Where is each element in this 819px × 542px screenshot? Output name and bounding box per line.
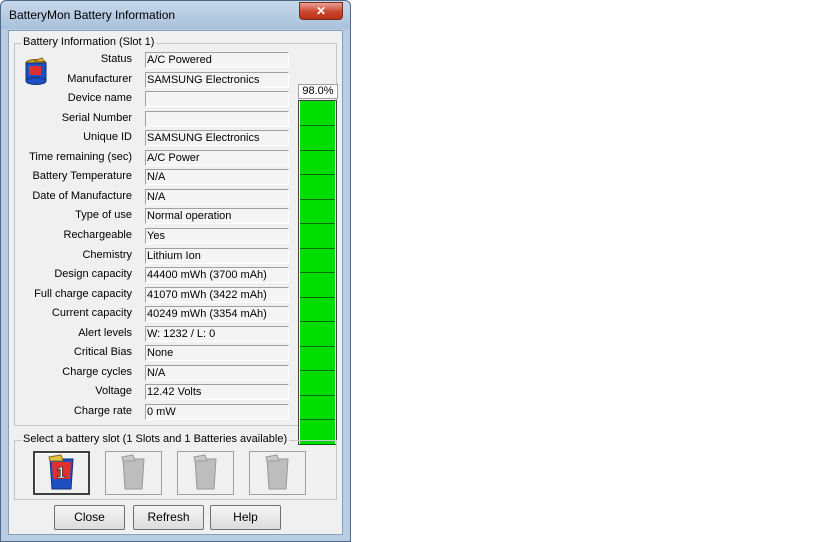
info-label: Battery Temperature (32, 170, 132, 182)
info-label: Critical Bias (73, 346, 132, 358)
client-area: Battery Information (Slot 1) Status A/C P… (8, 30, 343, 535)
slot-3-button[interactable] (177, 451, 234, 495)
info-value: A/C Powered (145, 52, 289, 68)
battery-empty-icon (193, 454, 217, 490)
slot-1-button[interactable]: 1 (33, 451, 90, 495)
info-value: N/A (145, 365, 289, 381)
battery-slot-1-icon: 1 (48, 454, 74, 490)
info-label: Alert levels (78, 327, 132, 339)
charge-percent: 98.0% (298, 84, 338, 99)
slot-select-group-label: Select a battery slot (1 Slots and 1 Bat… (21, 433, 290, 445)
info-value: Lithium Ion (145, 248, 289, 264)
close-button[interactable]: Close (54, 505, 125, 530)
charge-segment (300, 322, 335, 347)
charge-segment (300, 346, 335, 371)
info-label: Unique ID (83, 131, 132, 143)
info-value: A/C Power (145, 150, 289, 166)
info-label: Serial Number (61, 112, 132, 124)
svg-text:1: 1 (57, 465, 66, 482)
battery-empty-icon (265, 454, 289, 490)
charge-segment (300, 150, 335, 175)
window-title: BatteryMon Battery Information (9, 8, 176, 22)
info-value (145, 91, 289, 107)
info-value: 41070 mWh (3422 mAh) (145, 287, 289, 303)
info-value: N/A (145, 189, 289, 205)
info-value: None (145, 345, 289, 361)
charge-segment (300, 224, 335, 249)
info-value: SAMSUNG Electronics (145, 130, 289, 146)
charge-segment (300, 248, 335, 273)
battery-empty-icon (121, 454, 145, 490)
charge-segment (300, 101, 335, 126)
charge-segment (300, 175, 335, 200)
battery-info-group-label: Battery Information (Slot 1) (21, 36, 157, 48)
info-value: 40249 mWh (3354 mAh) (145, 306, 289, 322)
info-label: Rechargeable (63, 229, 133, 241)
charge-level-bar (298, 100, 337, 445)
charge-segment (300, 273, 335, 298)
window-close-button[interactable]: ✕ (299, 2, 343, 20)
info-label: Voltage (95, 385, 132, 397)
refresh-button[interactable]: Refresh (133, 505, 204, 530)
info-value: W: 1232 / L: 0 (145, 326, 289, 342)
batterymon-window: BatteryMon Battery Information ✕ Battery… (0, 0, 351, 542)
slot-4-button[interactable] (249, 451, 306, 495)
title-bar[interactable]: BatteryMon Battery Information ✕ (1, 1, 350, 29)
close-icon: ✕ (315, 4, 327, 18)
info-value: 12.42 Volts (145, 384, 289, 400)
info-value: SAMSUNG Electronics (145, 72, 289, 88)
info-label: Chemistry (82, 249, 132, 261)
charge-segment (300, 297, 335, 322)
charge-segment (300, 371, 335, 396)
info-value: N/A (145, 169, 289, 185)
info-label: Date of Manufacture (32, 190, 132, 202)
info-value: 44400 mWh (3700 mAh) (145, 267, 289, 283)
slot-2-button[interactable] (105, 451, 162, 495)
charge-segment (300, 126, 335, 151)
help-button[interactable]: Help (210, 505, 281, 530)
info-label: Full charge capacity (34, 288, 132, 300)
info-label: Design capacity (54, 268, 132, 280)
info-value: 0 mW (145, 404, 289, 420)
info-label: Type of use (75, 209, 132, 221)
info-value: Normal operation (145, 208, 289, 224)
info-value (145, 111, 289, 127)
info-label: Charge rate (73, 405, 132, 417)
charge-segment (300, 395, 335, 420)
info-label: Current capacity (51, 307, 132, 319)
info-label: Time remaining (sec) (29, 151, 132, 163)
info-label: Device name (67, 92, 132, 104)
charge-segment (300, 199, 335, 224)
info-value: Yes (145, 228, 289, 244)
info-label: Manufacturer (67, 73, 132, 85)
info-label: Status (100, 53, 132, 65)
info-label: Charge cycles (62, 366, 132, 378)
